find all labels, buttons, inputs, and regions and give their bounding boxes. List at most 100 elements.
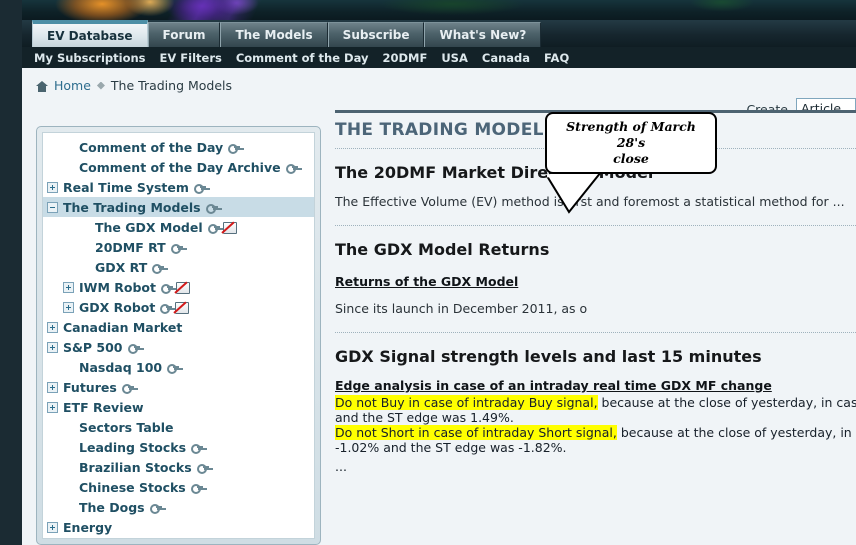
subnav-item-20dmf[interactable]: 20DMF xyxy=(382,51,427,65)
restricted-book-icon xyxy=(175,301,190,314)
key-icon xyxy=(285,163,298,174)
collapse-icon[interactable] xyxy=(47,201,58,213)
sidebar-item-label: The Dogs xyxy=(79,499,145,515)
expand-icon[interactable] xyxy=(47,381,58,393)
key-icon xyxy=(191,443,204,454)
sidebar-item-gdx-rt[interactable]: GDX RT xyxy=(43,257,314,277)
subnav-item-my-subscriptions[interactable]: My Subscriptions xyxy=(34,51,146,65)
section-title-gdx-signal: GDX Signal strength levels and last 15 m… xyxy=(335,347,762,366)
primary-tabstrip: EV Database Forum The Models Subscribe What'… xyxy=(22,20,856,47)
page-body: Home The Trading Models Create Article C… xyxy=(22,68,856,545)
short-signal-line-2: -1.02% and the ST edge was -1.82%. xyxy=(335,440,567,455)
key-icon xyxy=(190,483,203,494)
sidebar-item-label: The Trading Models xyxy=(63,199,201,215)
section-title-gdx-returns: The GDX Model Returns xyxy=(335,240,550,259)
sidebar-item-label: ETF Review xyxy=(63,399,144,415)
sidebar-item-label: Comment of the Day Archive xyxy=(79,159,281,175)
sidebar-item-label: The GDX Model xyxy=(95,219,203,235)
key-icon xyxy=(167,363,180,374)
home-icon xyxy=(36,80,48,92)
tab-the-models[interactable]: The Models xyxy=(220,22,328,47)
divider-2 xyxy=(335,225,856,226)
expand-icon[interactable] xyxy=(63,301,74,313)
sidebar-item-futures[interactable]: Futures xyxy=(43,377,314,397)
edge-analysis-heading: Edge analysis in case of an intraday rea… xyxy=(335,378,772,393)
short-signal-line: Do not Short in case of intraday Short s… xyxy=(335,425,856,440)
key-icon xyxy=(149,503,162,514)
subnav-item-usa[interactable]: USA xyxy=(441,51,468,65)
key-icon xyxy=(127,343,140,354)
tab-what-s-new[interactable]: What's New? xyxy=(424,22,542,47)
tab-ev-database[interactable]: EV Database xyxy=(32,20,148,47)
sidebar-item-label: Sectors Table xyxy=(79,419,174,435)
sidebar-item-20dmf-rt[interactable]: 20DMF RT xyxy=(43,237,314,257)
subnav-item-ev-filters[interactable]: EV Filters xyxy=(160,51,222,65)
sidebar-item-canadian-market[interactable]: Canadian Market xyxy=(43,317,314,337)
sidebar-item-brazilian-stocks[interactable]: Brazilian Stocks xyxy=(43,457,314,477)
buy-signal-line-2: and the ST edge was 1.49%. xyxy=(335,410,514,425)
key-icon xyxy=(207,223,220,234)
banner-graphic xyxy=(22,0,856,20)
sidebar-item-the-gdx-model[interactable]: The GDX Model xyxy=(43,217,314,237)
short-signal-highlight: Do not Short in case of intraday Short s… xyxy=(335,425,617,440)
divider-3 xyxy=(335,332,856,333)
buy-signal-highlight: Do not Buy in case of intraday Buy signa… xyxy=(335,395,598,410)
subnav-item-faq[interactable]: FAQ xyxy=(544,51,569,65)
secondary-navbar: My Subscriptions EV Filters Comment of the… xyxy=(22,47,856,68)
expand-icon[interactable] xyxy=(47,341,58,353)
expand-icon[interactable] xyxy=(47,181,58,193)
sidebar-item-iwm-robot[interactable]: IWM Robot xyxy=(43,277,314,297)
main-content: THE TRADING MODELS The 20DMF Market Dire… xyxy=(329,110,856,545)
sidebar-item-label: GDX RT xyxy=(95,259,148,275)
sidebar-item-the-dogs[interactable]: The Dogs xyxy=(43,497,314,517)
short-signal-rest: because at the close of yesterday, in ca… xyxy=(620,425,856,440)
sidebar-item-comment-of-the-day-archive[interactable]: Comment of the Day Archive xyxy=(43,157,314,177)
sidebar-item-comment-of-the-day[interactable]: Comment of the Day xyxy=(43,137,314,157)
buy-signal-rest: because at the close of yesterday, in ca… xyxy=(601,395,856,410)
breadcrumb-current: The Trading Models xyxy=(110,78,233,93)
sidebar-item-energy[interactable]: Energy xyxy=(43,517,314,537)
app-window: EV Database Forum The Models Subscribe What'… xyxy=(0,0,856,545)
sidebar-item-chinese-stocks[interactable]: Chinese Stocks xyxy=(43,477,314,497)
sidebar-item-sectors-table[interactable]: Sectors Table xyxy=(43,417,314,437)
sidebar-item-label: 20DMF RT xyxy=(95,239,166,255)
sidebar-item-label: GDX Robot xyxy=(79,299,156,315)
sidebar-item-gdx-robot[interactable]: GDX Robot xyxy=(43,297,314,317)
navigation-tree: Comment of the Day Comment of the Day Arc… xyxy=(42,132,315,539)
sidebar-item-label: Canadian Market xyxy=(63,319,183,335)
section-para-gdx-returns: Since its launch in December 2011, as o xyxy=(335,301,588,316)
primary-tabs: EV Database Forum The Models Subscribe What'… xyxy=(32,20,542,47)
section-para-20dmf: The Effective Volume (EV) method is firs… xyxy=(335,194,845,209)
sidebar-item-label: IWM Robot xyxy=(79,279,156,295)
breadcrumb-separator-icon xyxy=(96,81,105,90)
callout-box: Strength of March 28's close xyxy=(545,112,717,174)
site-banner xyxy=(22,0,856,20)
subnav-item-canada[interactable]: Canada xyxy=(482,51,530,65)
key-icon xyxy=(205,203,218,214)
sidebar-item-real-time-system[interactable]: Real Time System xyxy=(43,177,314,197)
callout-line-2: close xyxy=(613,151,649,166)
expand-icon[interactable] xyxy=(63,281,74,293)
sidebar-item-etf-review[interactable]: ETF Review xyxy=(43,397,314,417)
sidebar-item-materials[interactable]: Materials xyxy=(43,537,314,538)
expand-icon[interactable] xyxy=(47,521,58,533)
sidebar-item-label: S&P 500 xyxy=(63,339,123,355)
returns-of-gdx-model-link[interactable]: Returns of the GDX Model xyxy=(335,274,518,289)
sidebar-item-the-trading-models[interactable]: The Trading Models xyxy=(43,197,314,217)
restricted-book-icon xyxy=(222,221,237,234)
tab-subscribe[interactable]: Subscribe xyxy=(327,22,425,47)
sidebar-item-label: Futures xyxy=(63,379,117,395)
breadcrumb-home-link[interactable]: Home xyxy=(54,78,91,93)
expand-icon[interactable] xyxy=(47,401,58,413)
tab-forum[interactable]: Forum xyxy=(147,22,221,47)
subnav-item-comment-of-the-day[interactable]: Comment of the Day xyxy=(236,51,369,65)
sidebar-item-label: Chinese Stocks xyxy=(79,479,186,495)
sidebar-item-label: Nasdaq 100 xyxy=(79,359,163,375)
sidebar-item-s-p-500[interactable]: S&P 500 xyxy=(43,337,314,357)
key-icon xyxy=(193,183,206,194)
expand-icon[interactable] xyxy=(47,321,58,333)
sidebar-item-leading-stocks[interactable]: Leading Stocks xyxy=(43,437,314,457)
sidebar-item-nasdaq-100[interactable]: Nasdaq 100 xyxy=(43,357,314,377)
content-ellipsis: ... xyxy=(335,459,347,474)
buy-signal-line: Do not Buy in case of intraday Buy signa… xyxy=(335,395,856,410)
